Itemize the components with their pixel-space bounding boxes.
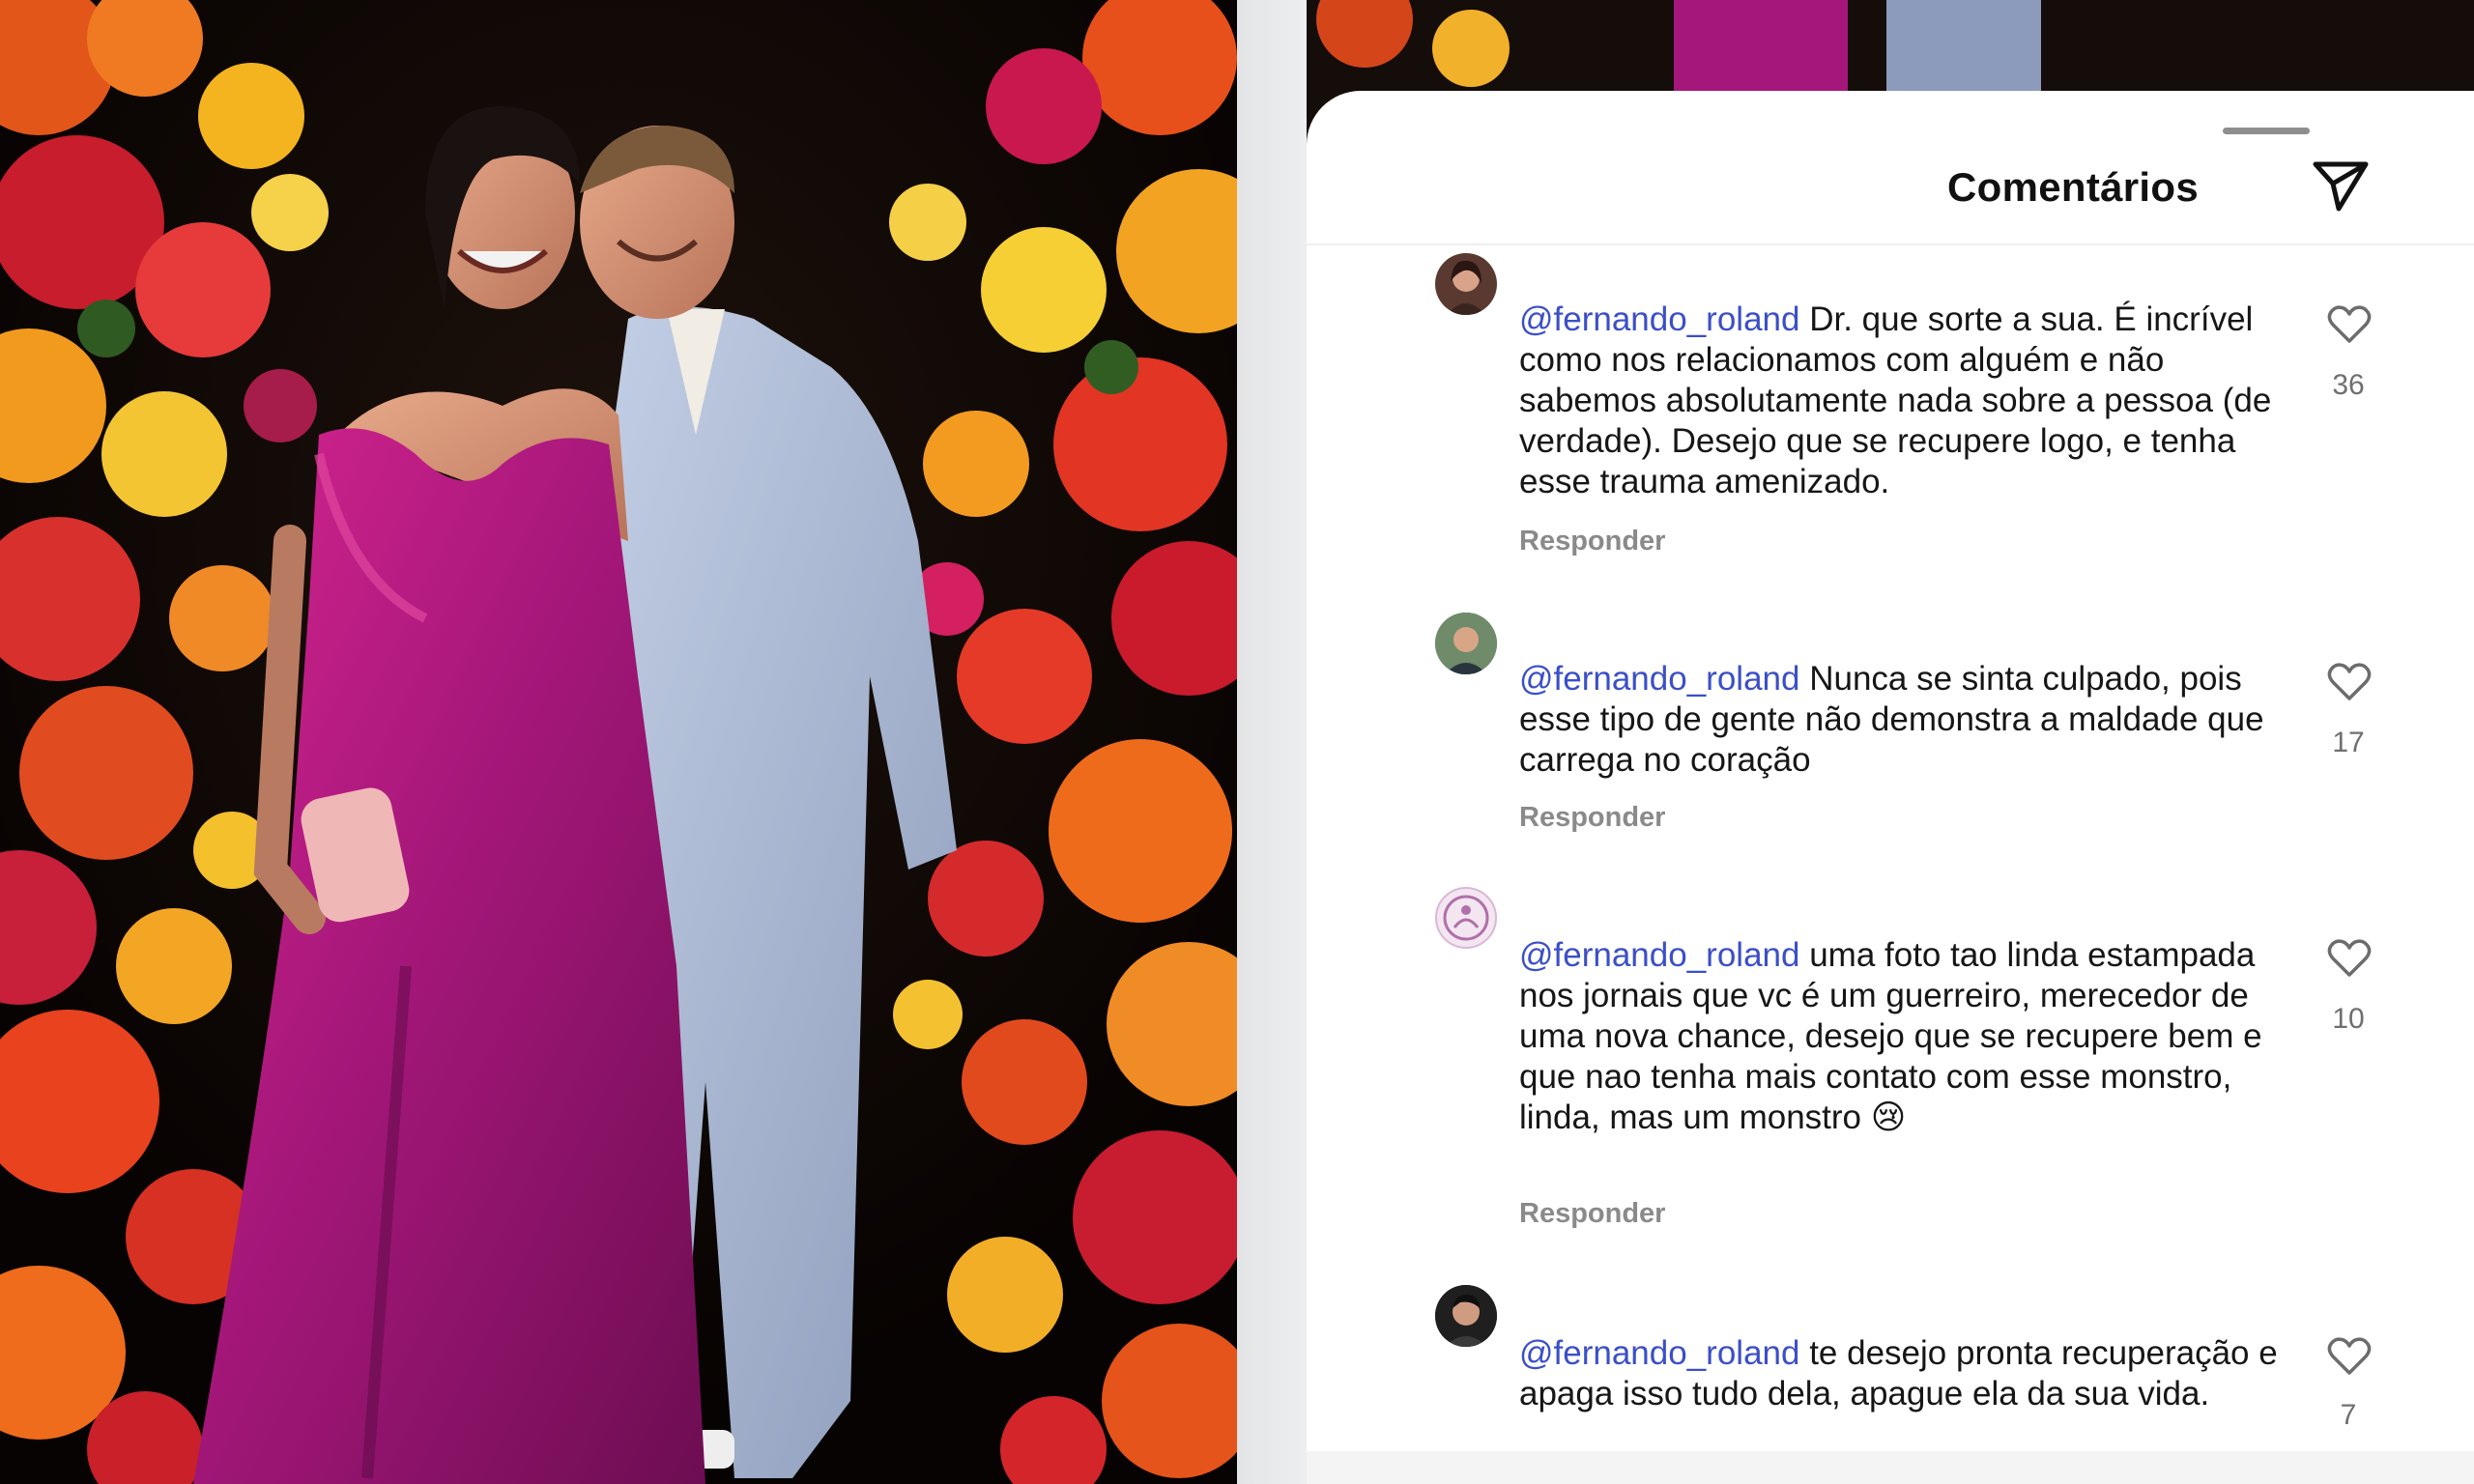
comment-text: @fernando_roland te desejo pronta recupe… bbox=[1519, 1334, 2278, 1413]
heart-icon[interactable] bbox=[2327, 303, 2372, 344]
like-count: 17 bbox=[2332, 727, 2365, 758]
like-count: 10 bbox=[2332, 1003, 2365, 1035]
avatar[interactable] bbox=[1435, 613, 1497, 674]
couple-photo-illustration bbox=[0, 0, 1237, 1484]
reply-button[interactable]: Responder bbox=[1519, 1198, 1665, 1230]
reply-button[interactable]: Responder bbox=[1519, 802, 1665, 834]
drag-handle[interactable] bbox=[2223, 128, 2310, 134]
avatar[interactable] bbox=[1435, 1285, 1497, 1347]
sheet-title: Comentários bbox=[1946, 164, 2200, 210]
mention-link[interactable]: @fernando_roland bbox=[1519, 936, 1799, 974]
like-count: 7 bbox=[2340, 1399, 2357, 1431]
post-photo bbox=[0, 0, 1237, 1484]
mention-link[interactable]: @fernando_roland bbox=[1519, 660, 1799, 698]
like-count: 36 bbox=[2332, 369, 2365, 401]
comment-text: @fernando_roland Nunca se sinta culpado,… bbox=[1519, 660, 2264, 779]
header-divider bbox=[1307, 243, 2474, 245]
avatar[interactable] bbox=[1435, 253, 1497, 315]
comments-screen: Comentários @fernando_roland Dr. que sor… bbox=[1237, 0, 2474, 1484]
heart-icon[interactable] bbox=[2327, 1335, 2372, 1376]
comment-text: @fernando_roland Dr. que sorte a sua. É … bbox=[1519, 300, 2272, 500]
heart-icon[interactable] bbox=[2327, 937, 2372, 978]
mention-link[interactable]: @fernando_roland bbox=[1519, 1334, 1799, 1372]
paper-plane-icon[interactable] bbox=[2310, 155, 2372, 216]
emoji-bar-peek bbox=[1307, 1451, 2474, 1484]
mention-link[interactable]: @fernando_roland bbox=[1519, 300, 1799, 338]
heart-icon[interactable] bbox=[2327, 661, 2372, 701]
avatar[interactable] bbox=[1435, 887, 1497, 949]
comment-text: @fernando_roland uma foto tao linda esta… bbox=[1519, 936, 2262, 1136]
reply-button[interactable]: Responder bbox=[1519, 526, 1665, 557]
